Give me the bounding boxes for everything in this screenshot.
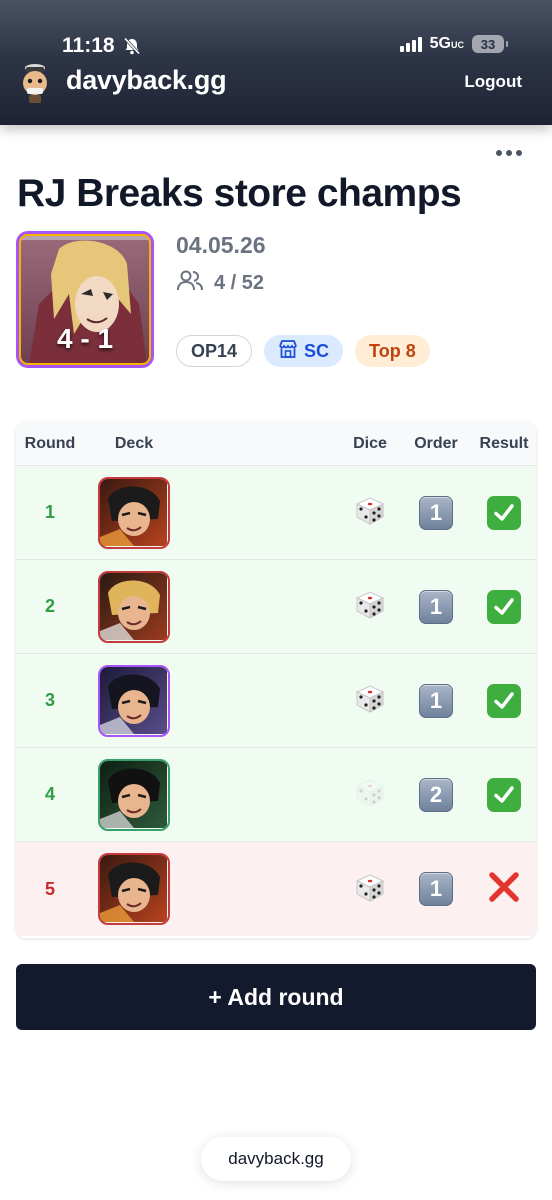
round-number: 4 [44, 784, 55, 804]
turn-order-badge: 1 [419, 589, 453, 624]
win-check-icon [487, 589, 521, 624]
more-options-icon[interactable] [496, 146, 524, 160]
header-round: Round [24, 434, 76, 452]
round-number: 3 [44, 690, 55, 710]
rounds-table: Round Deck Dice Order Result 1121314251 [16, 422, 536, 938]
brand-name[interactable]: davyback.gg [66, 65, 227, 96]
deck-leader-image[interactable] [98, 664, 170, 737]
dice-icon [353, 681, 387, 720]
win-check-icon [487, 495, 521, 530]
dice-icon [353, 870, 387, 909]
event-record: 4 - 1 [56, 323, 114, 354]
event-date: 04.05.26 [176, 232, 266, 258]
leader-avatar: 4 - 1 [16, 231, 154, 368]
deck-leader-image[interactable] [98, 570, 170, 643]
table-row[interactable]: 51 [16, 842, 536, 936]
network-label: 5GUC [429, 35, 464, 52]
status-indicators: 5GUC 33 [399, 35, 508, 53]
round-number: 5 [44, 878, 55, 899]
event-title: RJ Breaks store champs [17, 172, 462, 215]
win-check-icon [487, 683, 521, 718]
silent-bell-icon [122, 36, 142, 56]
logo-icon[interactable] [18, 62, 52, 104]
table-row[interactable]: 42 [16, 748, 536, 842]
players-count: 4 / 52 [176, 268, 264, 298]
store-badge: SC [264, 335, 344, 367]
table-row[interactable]: 11 [16, 466, 536, 560]
table-header: Round Deck Dice Order Result [16, 422, 536, 466]
dice-icon [353, 493, 387, 532]
turn-order-badge: 1 [419, 495, 453, 530]
turn-order-badge: 1 [419, 872, 453, 906]
status-time: 11:18 [62, 34, 115, 57]
round-number: 2 [44, 596, 55, 616]
browser-url-bar[interactable]: davyback.gg [201, 1137, 351, 1181]
turn-order-badge: 1 [419, 683, 453, 718]
header-order: Order [414, 434, 458, 452]
loss-x-icon [487, 870, 521, 909]
deck-leader-image[interactable] [98, 758, 170, 831]
players-label: 4 / 52 [214, 271, 265, 294]
app-header: 11:18 5GUC 33 davyback.gg Logout [0, 0, 552, 125]
store-badge-label: SC [304, 340, 330, 361]
win-check-icon [487, 777, 521, 812]
dice-icon [353, 587, 387, 626]
dice-icon [353, 775, 387, 814]
store-icon [278, 339, 298, 363]
table-row[interactable]: 31 [16, 654, 536, 748]
players-icon [176, 268, 204, 298]
battery-icon: 33 [472, 35, 508, 53]
turn-order-badge: 2 [419, 777, 453, 812]
event-badges: OP14 SC Top 8 [176, 335, 430, 367]
header-result: Result [479, 434, 529, 452]
deck-leader-image[interactable] [98, 853, 170, 925]
table-row[interactable]: 21 [16, 560, 536, 654]
add-round-button[interactable]: + Add round [16, 964, 536, 1030]
header-deck: Deck [114, 434, 154, 452]
header-dice: Dice [353, 434, 387, 452]
placement-badge: Top 8 [355, 335, 430, 367]
deck-leader-image[interactable] [98, 476, 170, 549]
signal-icon [399, 36, 422, 52]
set-badge: OP14 [176, 335, 253, 367]
round-number: 1 [44, 502, 55, 522]
logout-button[interactable]: Logout [464, 72, 522, 92]
